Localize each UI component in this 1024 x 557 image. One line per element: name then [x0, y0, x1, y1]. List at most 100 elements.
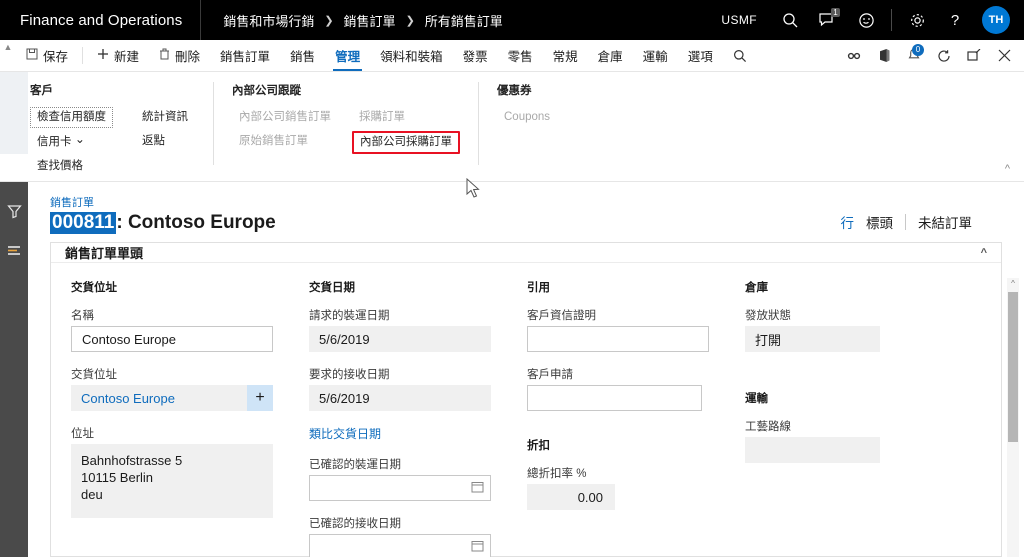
calendar-icon[interactable]	[471, 480, 484, 496]
close-icon[interactable]	[990, 40, 1018, 72]
field-confirmed-ship-date: 已確認的裝運日期	[309, 456, 491, 501]
ribbon-group-coupons-title: 優惠券	[497, 85, 532, 97]
breadcrumb-item-0[interactable]: 銷售和市場行銷	[223, 11, 314, 30]
simulate-delivery-dates-link[interactable]: 類比交貨日期	[309, 425, 381, 442]
group-title-delivery-dates: 交貨日期	[309, 282, 355, 294]
menu-item-transport[interactable]: 運輸	[633, 40, 678, 71]
field-route-input[interactable]	[745, 437, 880, 463]
filter-icon[interactable]	[6, 204, 22, 224]
menu-item-sales-order[interactable]: 銷售訂單	[210, 40, 280, 71]
field-release-status-input[interactable]: 打開	[745, 326, 880, 352]
tab-lines[interactable]: 行	[841, 212, 855, 232]
scrollbar-thumb[interactable]	[1008, 292, 1018, 442]
ribbon-item-intercompany-sales-order: 內部公司銷售訂單	[239, 111, 331, 123]
menu-item-manage-label: 管理	[335, 50, 361, 64]
tab-header[interactable]: 標頭	[866, 212, 893, 232]
menu-item-general[interactable]: 常規	[543, 40, 588, 71]
menu-item-warehouse[interactable]: 倉庫	[588, 40, 633, 71]
breadcrumb-item-1[interactable]: 銷售訂單	[344, 11, 396, 30]
field-confirmed-receipt-date-label: 已確認的接收日期	[309, 518, 401, 530]
field-requested-receipt-date-input[interactable]: 5/6/2019	[309, 385, 491, 411]
menu-item-delete[interactable]: 刪除	[149, 40, 210, 71]
vertical-scrollbar[interactable]: ^	[1007, 278, 1019, 557]
ribbon-collapse-icon[interactable]: ^	[1005, 163, 1010, 175]
ribbon-item-rebate[interactable]: 返點	[135, 131, 195, 152]
ribbon-group-coupons-body: Coupons	[497, 107, 557, 128]
ribbon-item-check-credit-limit[interactable]: 檢查信用額度	[30, 107, 113, 128]
menu-item-general-label: 常規	[552, 50, 578, 64]
chevron-up-icon[interactable]: ^	[981, 247, 987, 259]
ribbon-item-credit-card[interactable]: 信用卡	[30, 131, 113, 153]
field-requested-ship-date-input[interactable]: 5/6/2019	[309, 326, 491, 352]
group-title-discount: 折扣	[527, 440, 550, 452]
scroll-up-icon[interactable]: ^	[1007, 278, 1019, 290]
field-delivery-address-input[interactable]: Contoso Europe	[71, 385, 247, 411]
message-icon[interactable]: 1	[809, 0, 847, 40]
menu-item-sell-label: 銷售	[290, 50, 316, 64]
office-icon[interactable]	[870, 40, 898, 72]
column-spacer	[527, 425, 709, 437]
list-icon[interactable]	[7, 244, 22, 262]
popout-icon[interactable]	[960, 40, 988, 72]
avatar[interactable]: TH	[982, 6, 1010, 34]
menu-item-save-label: 保存	[43, 50, 69, 64]
field-total-discount-percent: 總折扣率 % 0.00	[527, 465, 615, 510]
add-address-button[interactable]: +	[247, 385, 273, 411]
menu-item-invoice[interactable]: 發票	[453, 40, 498, 71]
ribbon-group-divider	[213, 82, 214, 165]
ribbon-group-coupons: 優惠券 Coupons	[497, 72, 557, 181]
menu-item-save[interactable]: 保存	[16, 40, 78, 71]
menu-item-sales-order-label: 銷售訂單	[220, 50, 271, 64]
app-title: Finance and Operations	[20, 11, 183, 29]
ribbon-item-intercompany-purchase-order[interactable]: 內部公司採購訂單	[352, 131, 460, 154]
ribbon-item-purchase-order: 採購訂單	[359, 111, 405, 123]
field-total-discount-percent-input[interactable]: 0.00	[527, 484, 615, 510]
menu-item-manage[interactable]: 管理	[325, 40, 370, 71]
field-address-textarea[interactable]: Bahnhofstrasse 5 10115 Berlin deu	[71, 444, 273, 518]
calendar-icon[interactable]	[471, 539, 484, 555]
menu-search-icon[interactable]	[723, 40, 757, 71]
page-title: 000811 : Contoso Europe	[50, 212, 276, 234]
breadcrumb-item-2[interactable]: 所有銷售訂單	[425, 11, 503, 30]
field-name-input[interactable]: Contoso Europe	[71, 326, 273, 352]
field-route: 工藝路線	[745, 418, 880, 463]
menu-item-retail[interactable]: 零售	[498, 40, 543, 71]
group-title-transport: 運輸	[745, 393, 768, 405]
page-subtitle[interactable]: 銷售訂單	[50, 194, 276, 210]
form-column-delivery-address: 交貨位址 名稱 Contoso Europe 交貨位址 Contoso Euro…	[51, 279, 291, 557]
attachment-icon[interactable]	[840, 40, 868, 72]
menu-item-options-label: 選項	[687, 50, 713, 64]
ribbon-item-find-price[interactable]: 查找價格	[30, 156, 113, 177]
field-customer-reference: 客戶資信證明	[527, 307, 709, 352]
gear-icon[interactable]	[898, 0, 936, 40]
chevron-up-icon[interactable]: ▲	[0, 40, 16, 71]
field-confirmed-ship-date-input[interactable]	[309, 475, 491, 501]
menu-item-new[interactable]: 新建	[87, 40, 149, 71]
ribbon-item-original-sales-order: 原始銷售訂單	[239, 135, 308, 147]
ribbon-group-intercompany-title: 內部公司跟蹤	[232, 85, 301, 97]
ribbon-group-customer-title: 客戶	[30, 85, 53, 97]
refresh-icon[interactable]	[930, 40, 958, 72]
ribbon-item-statistics[interactable]: 統計資訊	[135, 107, 195, 128]
notification-icon[interactable]: 0	[900, 40, 928, 72]
menu-item-sell[interactable]: 銷售	[280, 40, 325, 71]
field-customer-requisition-input[interactable]	[527, 385, 702, 411]
field-confirmed-receipt-date-input[interactable]	[309, 534, 491, 557]
smiley-icon[interactable]	[847, 0, 885, 40]
search-icon[interactable]	[771, 0, 809, 40]
field-requested-receipt-date: 要求的接收日期 5/6/2019	[309, 366, 491, 411]
status-badge: 未結訂單	[918, 216, 972, 231]
trash-icon	[159, 48, 170, 63]
question-icon[interactable]: ?	[936, 0, 974, 40]
menu-item-pick-pack[interactable]: 領料和裝箱	[370, 40, 453, 71]
content-area: 銷售訂單 000811 : Contoso Europe 行 標頭 未結訂單 銷…	[0, 182, 1024, 557]
ribbon-group-intercompany-body: 內部公司銷售訂單 原始銷售訂單 採購訂單 內部公司採購訂單	[232, 107, 460, 154]
left-rail	[0, 182, 28, 557]
notification-badge: 0	[912, 43, 924, 56]
topbar-action-divider	[891, 9, 892, 31]
order-id[interactable]: 000811	[50, 212, 117, 234]
ribbon-item-coupons: Coupons	[504, 111, 551, 123]
menu-item-options[interactable]: 選項	[678, 40, 723, 71]
field-customer-reference-input[interactable]	[527, 326, 709, 352]
company-code[interactable]: USMF	[707, 13, 771, 27]
